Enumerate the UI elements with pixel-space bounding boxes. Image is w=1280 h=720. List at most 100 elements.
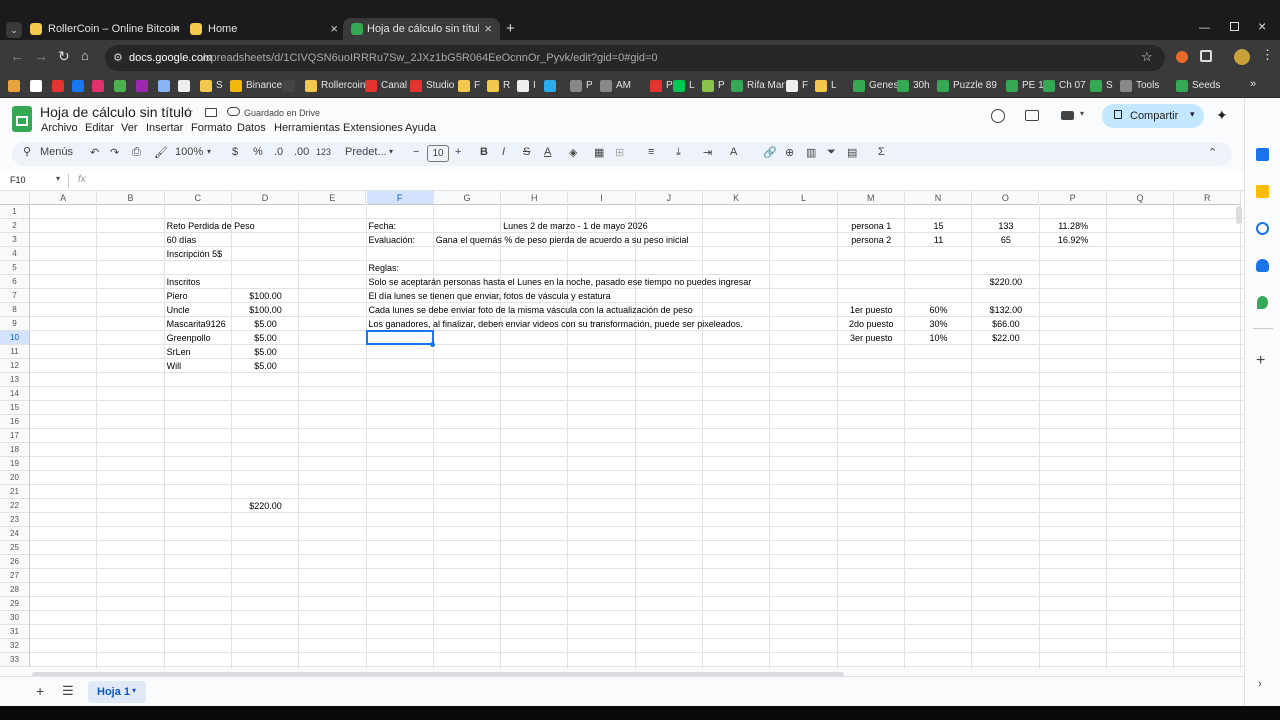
cell-d12[interactable]: $5.00	[232, 359, 299, 373]
row-header-20[interactable]: 20	[0, 471, 30, 485]
redo-icon[interactable]: ↷	[110, 146, 119, 159]
cell-m2[interactable]: persona 1	[838, 219, 905, 233]
forward-arrow-icon[interactable]: →	[34, 48, 48, 64]
row-header-19[interactable]: 19	[0, 457, 30, 471]
name-box[interactable]: F10	[10, 175, 26, 185]
font-dropdown-icon[interactable]: ▾	[389, 147, 393, 156]
zoom-select[interactable]: 100%	[175, 146, 203, 158]
horizontal-align-icon[interactable]: ≡	[648, 146, 654, 158]
vertical-align-icon[interactable]: ⤓	[676, 146, 681, 159]
italic-button[interactable]: I	[502, 146, 505, 158]
menu-datos[interactable]: Datos	[237, 122, 266, 134]
menu-ayuda[interactable]: Ayuda	[405, 122, 436, 134]
cell-n8[interactable]: 60%	[905, 303, 972, 317]
comments-icon[interactable]	[1025, 110, 1039, 121]
close-tab-icon[interactable]: ×	[484, 21, 492, 36]
increase-decimals-button[interactable]: .00	[294, 146, 309, 158]
text-wrap-icon[interactable]: ⇥	[703, 146, 712, 159]
font-size-decrease-button[interactable]: −	[413, 146, 419, 158]
reload-icon[interactable]: ↻	[58, 48, 70, 65]
cell-o8[interactable]: $132.00	[972, 303, 1039, 317]
select-all-corner[interactable]	[0, 191, 30, 205]
row-header-12[interactable]: 12	[0, 359, 30, 373]
close-window-icon[interactable]: ×	[1258, 18, 1266, 34]
column-header-d[interactable]: D	[231, 191, 300, 205]
cell-m9[interactable]: 2do puesto	[838, 317, 905, 331]
cell-m3[interactable]: persona 2	[838, 233, 905, 247]
document-title[interactable]: Hoja de cálculo sin título	[40, 104, 192, 120]
close-tab-icon[interactable]: ×	[172, 21, 180, 36]
close-tab-icon[interactable]: ×	[330, 21, 338, 36]
column-header-p[interactable]: P	[1039, 191, 1107, 205]
maps-icon[interactable]	[1257, 296, 1268, 309]
column-header-q[interactable]: Q	[1106, 191, 1175, 205]
fill-color-icon[interactable]: ◈	[569, 146, 577, 159]
cell-o6[interactable]: $220.00	[972, 275, 1039, 289]
row-header-8[interactable]: 8	[0, 303, 30, 317]
extensions-puzzle-icon[interactable]	[1200, 50, 1212, 62]
cell-p3[interactable]: 16.92%	[1040, 233, 1107, 247]
cell-c2[interactable]: Reto Perdida de Peso	[165, 219, 255, 233]
formula-input[interactable]	[96, 173, 1236, 189]
row-header-16[interactable]: 16	[0, 415, 30, 429]
column-header-n[interactable]: N	[904, 191, 973, 205]
cell-c10[interactable]: Greenpollo	[165, 331, 211, 345]
column-header-j[interactable]: J	[635, 191, 703, 205]
insert-chart-icon[interactable]: ▥	[806, 146, 816, 159]
row-header-32[interactable]: 32	[0, 639, 30, 653]
search-menus-input[interactable]: Menús	[40, 146, 73, 158]
address-bar[interactable]: ⚙ docs.google.com /spreadsheets/d/1CIVQS…	[105, 45, 1165, 71]
row-header-30[interactable]: 30	[0, 611, 30, 625]
bookmark-star-icon[interactable]: ☆	[1141, 49, 1153, 65]
cell-n2[interactable]: 15	[905, 219, 972, 233]
row-header-6[interactable]: 6	[0, 275, 30, 289]
meet-dropdown-icon[interactable]: ▾	[1080, 109, 1084, 118]
menu-insertar[interactable]: Insertar	[146, 122, 183, 134]
row-header-11[interactable]: 11	[0, 345, 30, 359]
cloud-saved-icon[interactable]	[227, 107, 240, 116]
browser-tab-spreadsheet[interactable]: Hoja de cálculo sin título - Hoja ×	[343, 18, 500, 40]
column-header-a[interactable]: A	[30, 191, 98, 205]
contacts-icon[interactable]	[1256, 259, 1269, 272]
column-header-k[interactable]: K	[703, 191, 771, 205]
cell-p2[interactable]: 11.28%	[1040, 219, 1107, 233]
column-header-m[interactable]: M	[837, 191, 905, 205]
row-header-26[interactable]: 26	[0, 555, 30, 569]
name-box-dropdown-icon[interactable]: ▾	[56, 174, 60, 183]
vertical-scrollbar[interactable]	[1236, 206, 1242, 224]
all-sheets-icon[interactable]: ☰	[62, 683, 74, 699]
menu-editar[interactable]: Editar	[85, 122, 114, 134]
functions-button[interactable]: Σ	[878, 146, 885, 158]
keep-icon[interactable]	[1256, 185, 1269, 198]
share-dropdown-icon[interactable]: ▾	[1190, 109, 1195, 120]
row-header-21[interactable]: 21	[0, 485, 30, 499]
move-folder-icon[interactable]	[205, 108, 217, 117]
column-header-e[interactable]: E	[299, 191, 367, 205]
cell-h2[interactable]: Lunes 2 de marzo - 1 de mayo 2026	[501, 219, 648, 233]
bold-button[interactable]: B	[480, 146, 488, 158]
row-header-22[interactable]: 22	[0, 499, 30, 513]
spreadsheet-grid[interactable]: A B C D E F G H I J K L M N O P Q R 1 2 3 4 5 6 7 8 9 10 11 12 13 14 15 1…	[0, 191, 1244, 669]
font-size-increase-button[interactable]: +	[455, 146, 461, 158]
cell-d22[interactable]: $220.00	[232, 499, 299, 513]
tasks-icon[interactable]	[1256, 222, 1269, 235]
strikethrough-button[interactable]: S	[523, 146, 530, 158]
share-button[interactable]: Compartir ▾	[1102, 104, 1204, 128]
column-header-b[interactable]: B	[97, 191, 165, 205]
row-header-14[interactable]: 14	[0, 387, 30, 401]
collapse-toolbar-icon[interactable]: ⌃	[1208, 146, 1217, 159]
cell-d7[interactable]: $100.00	[232, 289, 299, 303]
row-header-25[interactable]: 25	[0, 541, 30, 555]
row-header-18[interactable]: 18	[0, 443, 30, 457]
restore-window-icon[interactable]	[1230, 22, 1239, 31]
print-icon[interactable]: ⎙	[132, 146, 141, 159]
menu-herramientas[interactable]: Herramientas	[274, 122, 340, 134]
merge-cells-icon[interactable]: ⊞	[615, 146, 624, 159]
row-header-23[interactable]: 23	[0, 513, 30, 527]
fill-handle[interactable]	[429, 342, 435, 347]
cell-o2[interactable]: 133	[972, 219, 1039, 233]
back-arrow-icon[interactable]: ←	[10, 48, 24, 64]
new-tab-button[interactable]: +	[506, 20, 515, 37]
row-header-27[interactable]: 27	[0, 569, 30, 583]
row-header-1[interactable]: 1	[0, 205, 30, 219]
